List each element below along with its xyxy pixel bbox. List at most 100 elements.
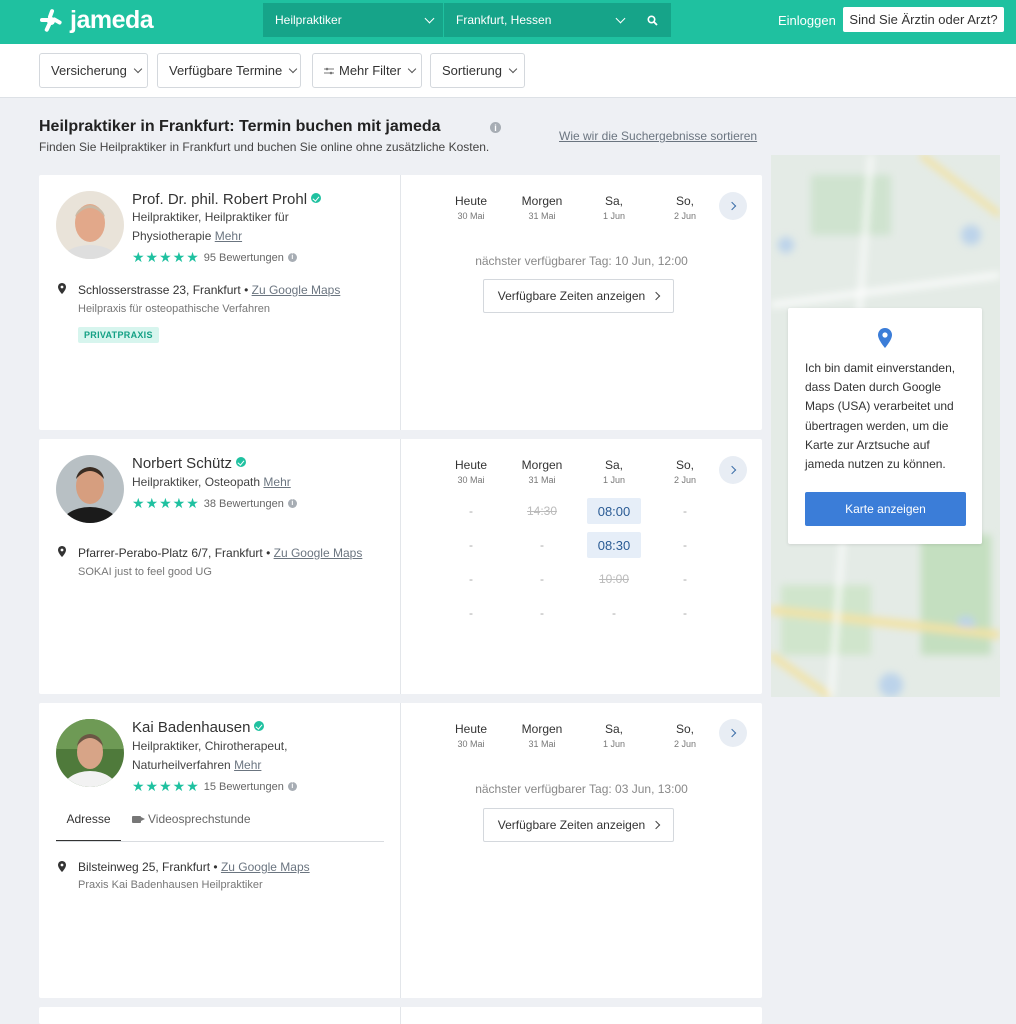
more-link[interactable]: Mehr (215, 229, 242, 243)
search-icon (647, 14, 658, 26)
time-slot[interactable]: 08:30 (587, 532, 641, 558)
day-header: So, 2 Jun (650, 194, 720, 221)
filter-more-label: Mehr Filter (339, 63, 402, 78)
doctor-name-text: Prof. Dr. phil. Robert Prohl (132, 191, 308, 208)
specialty-line-1: Heilpraktiker, Osteopath Mehr (132, 473, 362, 492)
location-select[interactable]: Frankfurt, Hessen (444, 3, 634, 37)
day-name: Sa, (604, 458, 623, 472)
location-pin-icon (58, 546, 66, 557)
next-days-button[interactable] (719, 192, 747, 220)
filter-insurance[interactable]: Versicherung (39, 53, 148, 88)
rating[interactable]: ★★★★★ 95 Bewertungen i (132, 249, 297, 266)
google-maps-link[interactable]: Zu Google Maps (274, 546, 363, 560)
search-button[interactable] (634, 3, 671, 37)
doctor-avatar[interactable] (56, 455, 124, 523)
video-camera-icon (132, 815, 145, 823)
address-text: Schlosserstrasse 23, Frankfurt (78, 283, 241, 297)
time-slot: - (469, 538, 473, 552)
more-link[interactable]: Mehr (234, 758, 261, 772)
time-slot: 10:00 (598, 572, 630, 586)
jameda-logo[interactable]: jameda (38, 6, 154, 35)
time-slot: 14:30 (526, 504, 558, 518)
rating[interactable]: ★★★★★ 15 Bewertungen i (132, 778, 297, 795)
doctor-name[interactable]: Kai Badenhausen (132, 719, 265, 736)
doctor-card: Kai Badenhausen Heilpraktiker, Chirother… (39, 703, 762, 998)
filter-insurance-label: Versicherung (51, 63, 127, 78)
info-icon[interactable]: i (490, 122, 501, 133)
doctor-card: Norbert Schütz Heilpraktiker, Osteopath … (39, 439, 762, 694)
day-date: 1 Jun (602, 475, 626, 485)
day-name: Heute (454, 194, 488, 208)
time-slot: - (469, 606, 473, 620)
doctor-signup-button[interactable]: Sind Sie Ärztin oder Arzt? (843, 7, 1004, 32)
day-header: Morgen 31 Mai (507, 194, 577, 221)
time-slot: - (612, 606, 616, 620)
specialty-line-1: Heilpraktiker, Chirotherapeut, (132, 739, 288, 753)
star-rating-icon: ★★★★★ (132, 778, 200, 794)
next-days-button[interactable] (719, 456, 747, 484)
info-icon[interactable]: i (287, 782, 297, 791)
star-rating-icon: ★★★★★ (132, 249, 200, 265)
day-date: 30 Mai (457, 739, 485, 749)
time-slot[interactable]: 08:00 (587, 498, 641, 524)
day-date: 1 Jun (602, 739, 626, 749)
time-slot: - (540, 572, 544, 586)
next-days-button[interactable] (719, 719, 747, 747)
specialty-select[interactable]: Heilpraktiker (263, 3, 443, 37)
avatar-photo (56, 191, 124, 259)
specialty-value: Heilpraktiker (275, 13, 342, 27)
show-times-button[interactable]: Verfügbare Zeiten anzeigen (483, 808, 674, 842)
doctor-card (39, 1007, 762, 1024)
day-header: Heute 30 Mai (436, 458, 506, 485)
day-header: Sa, 1 Jun (579, 458, 649, 485)
sort-explanation-link[interactable]: Wie wir die Suchergebnisse sortieren (559, 129, 757, 143)
card-divider (400, 175, 401, 430)
filter-available-appointments[interactable]: Verfügbare Termine (157, 53, 301, 88)
day-name: So, (675, 194, 694, 208)
consent-text: Ich bin damit einverstanden, dass Daten … (805, 361, 956, 472)
doctor-avatar[interactable] (56, 719, 124, 787)
doctor-name[interactable]: Prof. Dr. phil. Robert Prohl (132, 191, 322, 208)
day-name: Sa, (604, 194, 623, 208)
doctor-name-text: Norbert Schütz (132, 455, 233, 472)
day-name: Morgen (521, 722, 563, 736)
filter-more[interactable]: Mehr Filter (312, 53, 422, 88)
chevron-down-icon (615, 13, 626, 24)
info-icon[interactable]: i (287, 253, 297, 262)
time-slot: - (683, 538, 687, 552)
google-maps-link[interactable]: Zu Google Maps (252, 283, 341, 297)
day-header: So, 2 Jun (650, 458, 720, 485)
tab-video-label: Videosprechstunde (148, 812, 251, 826)
time-slot: - (683, 606, 687, 620)
show-times-button[interactable]: Verfügbare Zeiten anzeigen (483, 279, 674, 313)
tab-video-consultation[interactable]: Videosprechstunde (132, 807, 251, 831)
info-icon[interactable]: i (287, 499, 297, 508)
day-name: So, (675, 722, 694, 736)
filter-sort[interactable]: Sortierung (430, 53, 525, 88)
rating[interactable]: ★★★★★ 38 Bewertungen i (132, 495, 297, 512)
day-date: 1 Jun (602, 211, 626, 221)
star-rating-icon: ★★★★★ (132, 495, 200, 511)
filter-available-label: Verfügbare Termine (169, 63, 283, 78)
private-practice-badge: PRIVATPRAXIS (78, 327, 159, 343)
login-link[interactable]: Einloggen (778, 13, 836, 28)
google-maps-link[interactable]: Zu Google Maps (221, 860, 310, 874)
chevron-right-icon (651, 291, 661, 301)
time-slot: - (540, 606, 544, 620)
sliders-icon (324, 67, 334, 74)
show-map-button[interactable]: Karte anzeigen (805, 492, 966, 526)
address-text: Pfarrer-Perabo-Platz 6/7, Frankfurt (78, 546, 263, 560)
chevron-down-icon (407, 64, 417, 73)
day-date: 30 Mai (457, 475, 485, 485)
doctor-avatar[interactable] (56, 191, 124, 259)
specialty-line-1-text: Heilpraktiker, Osteopath (132, 475, 261, 489)
time-slot: - (469, 572, 473, 586)
doctor-name[interactable]: Norbert Schütz (132, 455, 247, 472)
day-header: Heute 30 Mai (436, 194, 506, 221)
chevron-right-icon (727, 728, 736, 738)
location-pin-icon (58, 283, 66, 294)
more-link[interactable]: Mehr (263, 475, 290, 489)
tab-address[interactable]: Adresse (56, 807, 121, 842)
map-consent-dialog: Ich bin damit einverstanden, dass Daten … (788, 308, 982, 544)
chevron-right-icon (651, 820, 661, 830)
